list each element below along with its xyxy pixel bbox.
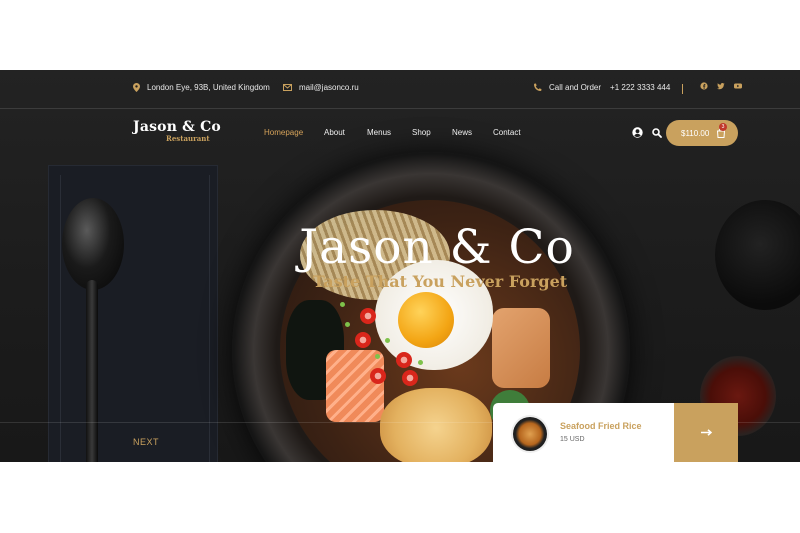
arrow-right-icon [700, 429, 712, 436]
call-label: Call and Order [549, 83, 602, 92]
facebook-icon[interactable] [700, 82, 708, 90]
nav-item-menus[interactable]: Menus [367, 128, 391, 137]
chili-slice [396, 352, 412, 368]
youtube-icon[interactable] [734, 82, 742, 90]
cart-button[interactable]: $110.00 3 [666, 120, 738, 146]
hero-title: Jason & Co [299, 220, 575, 275]
dish-thumbnail [513, 417, 547, 451]
scallion [340, 302, 345, 307]
phone-number[interactable]: +1 222 3333 444 [610, 83, 670, 92]
dish-price: 15 USD [560, 436, 585, 443]
social-links [700, 82, 742, 90]
featured-dish-card[interactable]: Seafood Fried Rice 15 USD [493, 403, 738, 462]
search-icon[interactable] [652, 125, 664, 138]
phone-icon [534, 83, 542, 91]
brand-logo[interactable]: Jason & Co Restaurant [133, 119, 221, 142]
chili-slice [355, 332, 371, 348]
call-and-order[interactable]: Call and Order +1 222 3333 444 [533, 83, 670, 92]
scallion [375, 354, 380, 359]
address-text: London Eye, 93B, United Kingdom [147, 83, 270, 92]
cart-total: $110.00 [681, 128, 710, 138]
location-pin-icon [133, 83, 140, 92]
nav-item-shop[interactable]: Shop [412, 128, 431, 137]
dish-name[interactable]: Seafood Fried Rice [560, 421, 642, 431]
scallion [345, 322, 350, 327]
nav-item-contact[interactable]: Contact [493, 128, 521, 137]
main-navigation: Jason & Co Restaurant Homepage About Men… [0, 109, 800, 159]
topbar-separator [682, 84, 683, 94]
brand-tagline: Restaurant [166, 134, 210, 143]
chili-slice [370, 368, 386, 384]
hero-subtitle: Taste That You Never Forget [312, 272, 568, 291]
twitter-icon[interactable] [717, 82, 725, 90]
mail-icon [283, 84, 292, 91]
page: London Eye, 93B, United Kingdom mail@jas… [0, 0, 800, 533]
salmon [326, 350, 384, 422]
hero-section: London Eye, 93B, United Kingdom mail@jas… [0, 70, 800, 462]
scallion [385, 338, 390, 343]
nav-item-news[interactable]: News [452, 128, 472, 137]
topbar: London Eye, 93B, United Kingdom mail@jas… [0, 70, 800, 108]
email[interactable]: mail@jasonco.ru [283, 83, 359, 92]
dish-arrow-button[interactable] [674, 403, 738, 462]
chili-slice [402, 370, 418, 386]
chicken [492, 308, 550, 388]
scallion [418, 360, 423, 365]
nav-item-about[interactable]: About [324, 128, 345, 137]
address: London Eye, 93B, United Kingdom [133, 83, 270, 92]
spoon-handle [86, 280, 98, 462]
brand-name: Jason & Co [133, 119, 221, 135]
user-account-icon[interactable] [632, 125, 644, 138]
email-link[interactable]: mail@jasonco.ru [299, 83, 359, 92]
slider-next-button[interactable]: NEXT [133, 437, 159, 447]
nav-item-homepage[interactable]: Homepage [264, 128, 303, 137]
egg-yolk [398, 292, 454, 348]
chili-slice [360, 308, 376, 324]
cart-count-badge: 3 [719, 123, 727, 131]
tempura [380, 388, 492, 462]
